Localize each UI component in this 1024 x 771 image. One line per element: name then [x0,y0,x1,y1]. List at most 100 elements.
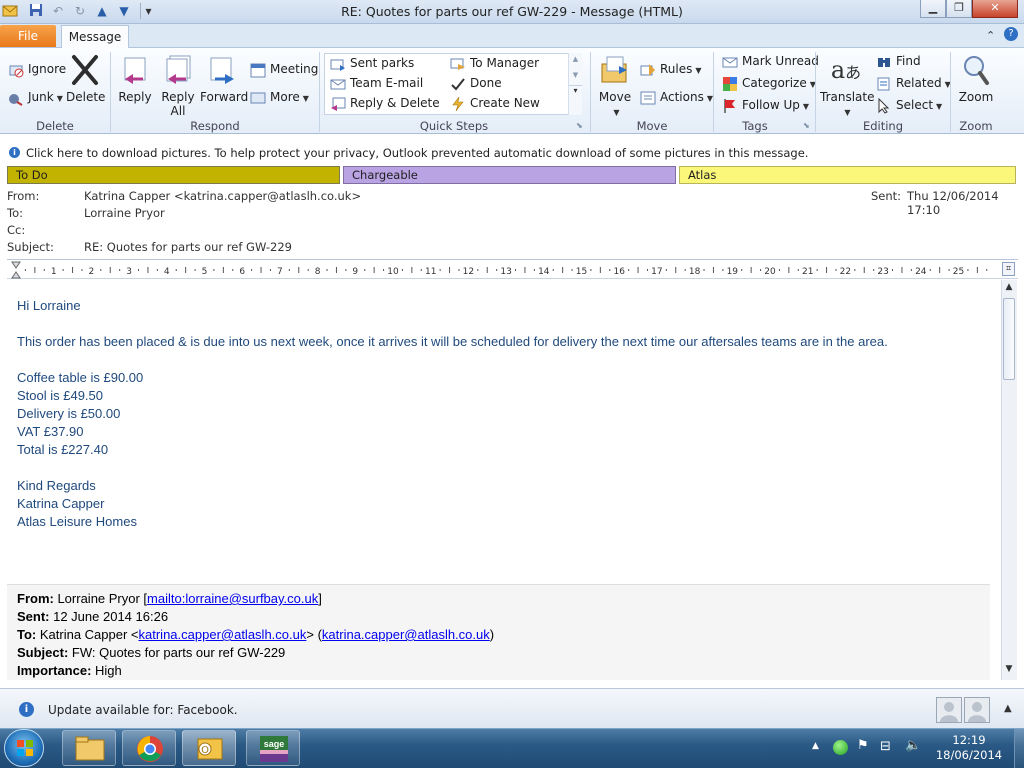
scroll-up-arrow-icon[interactable]: ▲ [1002,282,1016,296]
quickstep-create-new[interactable]: Create New [450,94,540,112]
ruler-number: 12 [463,267,474,277]
quoted-from-line: From: Lorraine Pryor [mailto:lorraine@su… [17,591,322,606]
help-icon[interactable]: ? [1004,27,1018,41]
view-ruler-icon[interactable]: ⌗ [1002,262,1015,276]
quickstep-sent-parks[interactable]: Sent parks [330,54,414,72]
reply-button[interactable]: Reply [116,54,154,104]
chevron-down-icon: ▼ [56,94,63,103]
sent-label: Sent: [871,189,902,203]
group-label-editing: Editing [862,119,904,133]
category-bar-to-do[interactable]: To Do [7,166,340,184]
volume-icon[interactable]: 🔈 [905,738,921,753]
dialog-launcher-icon[interactable]: ⬊ [576,121,583,130]
zoom-button[interactable]: Zoom [956,54,996,104]
rules-button[interactable]: Rules ▼ [640,60,702,78]
save-icon[interactable] [28,3,44,19]
quick-steps-scrollbar[interactable]: ▲ ▼ ▾ [568,53,582,115]
chevron-down-icon: ▼ [802,102,810,111]
more-icon [250,90,266,106]
to-value[interactable]: Lorraine Pryor [84,206,165,220]
reply-all-button[interactable]: Reply All [158,54,198,118]
ignore-button[interactable]: Ignore [8,60,66,78]
email-link[interactable]: katrina.capper@atlaslh.co.uk [139,627,307,642]
infobar-text[interactable]: Click here to download pictures. To help… [26,146,808,160]
meeting-button[interactable]: Meeting [250,60,318,78]
actions-button[interactable]: Actions ▼ [640,88,713,106]
from-value[interactable]: Katrina Capper <katrina.capper@atlaslh.c… [84,189,361,203]
update-notice[interactable]: Update available for: Facebook. [48,703,238,717]
undo-icon[interactable]: ↶ [50,3,66,19]
ruler-number: 4 [164,267,170,277]
move-button[interactable]: Move ▼ [596,54,634,118]
person-avatar-icon[interactable] [936,697,962,723]
indent-marker-icon[interactable] [11,261,21,279]
mail-move-icon [330,56,346,72]
email-link[interactable]: katrina.capper@atlaslh.co.uk [322,627,490,642]
scroll-up-icon[interactable]: ▲ [569,55,582,63]
tab-file[interactable]: File [0,25,56,47]
ruler-number: 16 [613,267,625,277]
dialog-launcher-icon[interactable]: ⬊ [803,121,810,130]
ruler-number: 8 [315,267,321,277]
next-item-icon[interactable]: ▼ [116,3,132,19]
customize-qat-icon[interactable]: ▾ [140,3,156,19]
close-button[interactable]: ✕ [972,0,1018,18]
taskbar-explorer[interactable] [62,730,116,766]
translate-button[interactable]: aあ Translate ▼ [820,54,875,118]
quickstep-to-manager[interactable]: To Manager [450,54,539,72]
select-button[interactable]: Select ▼ [876,96,942,114]
categorize-button[interactable]: Categorize ▼ [722,74,816,92]
scroll-down-icon[interactable]: ▼ [569,71,582,79]
related-icon [876,76,892,92]
maximize-button[interactable]: ❐ [946,0,972,18]
scrollbar-thumb[interactable] [1003,298,1015,380]
action-center-flag-icon[interactable]: ⚑ [857,738,869,753]
chevron-down-icon: ▼ [844,108,851,117]
junk-button[interactable]: Junk ▼ [8,88,63,106]
show-hidden-icons-icon[interactable]: ▲ [812,741,819,751]
quickstep-reply-delete[interactable]: Reply & Delete [330,94,440,112]
start-button[interactable] [4,729,44,767]
chevron-down-icon: ▼ [302,94,309,103]
delete-button[interactable]: Delete [66,54,105,104]
quickstep-done[interactable]: Done [450,74,502,92]
delete-x-icon [69,54,101,86]
forward-icon [207,54,239,86]
more-respond-button[interactable]: More ▼ [250,88,309,106]
ruler-number: 25 [953,267,964,277]
previous-item-icon[interactable]: ▲ [94,3,110,19]
tab-message[interactable]: Message [61,25,129,49]
network-icon[interactable]: ⊟ [880,739,891,754]
find-button[interactable]: Find [876,52,921,70]
price-line: Delivery is £50.00 [17,406,121,421]
minimize-ribbon-icon[interactable]: ⌃ [986,29,995,42]
person-avatar-icon[interactable] [964,697,990,723]
outlook-envelope-icon[interactable] [2,3,18,19]
show-desktop-button[interactable] [1014,729,1024,768]
category-bar-chargeable[interactable]: Chargeable [343,166,676,184]
status-green-icon[interactable] [833,740,848,755]
expand-people-pane-icon[interactable]: ▲ [1004,703,1012,714]
quickstep-team-email[interactable]: Team E-mail [330,74,423,92]
system-clock[interactable]: 12:19 18/06/2014 [928,733,1010,763]
signoff-company: Atlas Leisure Homes [17,514,137,529]
forward-button[interactable]: Forward [200,54,248,104]
mailto-link[interactable]: mailto:lorraine@surfbay.co.uk [147,591,318,606]
taskbar-chrome[interactable] [122,730,176,766]
ruler-number: 9 [352,267,358,277]
signoff-line: Kind Regards [17,478,96,493]
taskbar-sage[interactable]: sage [246,730,300,766]
mark-unread-button[interactable]: Mark Unread [722,52,819,70]
group-label-tags: Tags [742,119,768,133]
category-bar-atlas[interactable]: Atlas [679,166,1016,184]
follow-up-button[interactable]: Follow Up ▼ [722,96,809,114]
ruler-number: 24 [915,267,927,277]
price-line: VAT £37.90 [17,424,84,439]
related-button[interactable]: Related ▼ [876,74,951,92]
taskbar-outlook[interactable]: O [182,730,236,766]
redo-icon[interactable]: ↻ [72,3,88,19]
ruler-number: 15 [576,267,587,277]
gallery-expand-icon[interactable]: ▾ [569,85,582,95]
scroll-down-arrow-icon[interactable]: ▼ [1002,664,1016,678]
minimize-button[interactable]: ▁ [920,0,946,18]
